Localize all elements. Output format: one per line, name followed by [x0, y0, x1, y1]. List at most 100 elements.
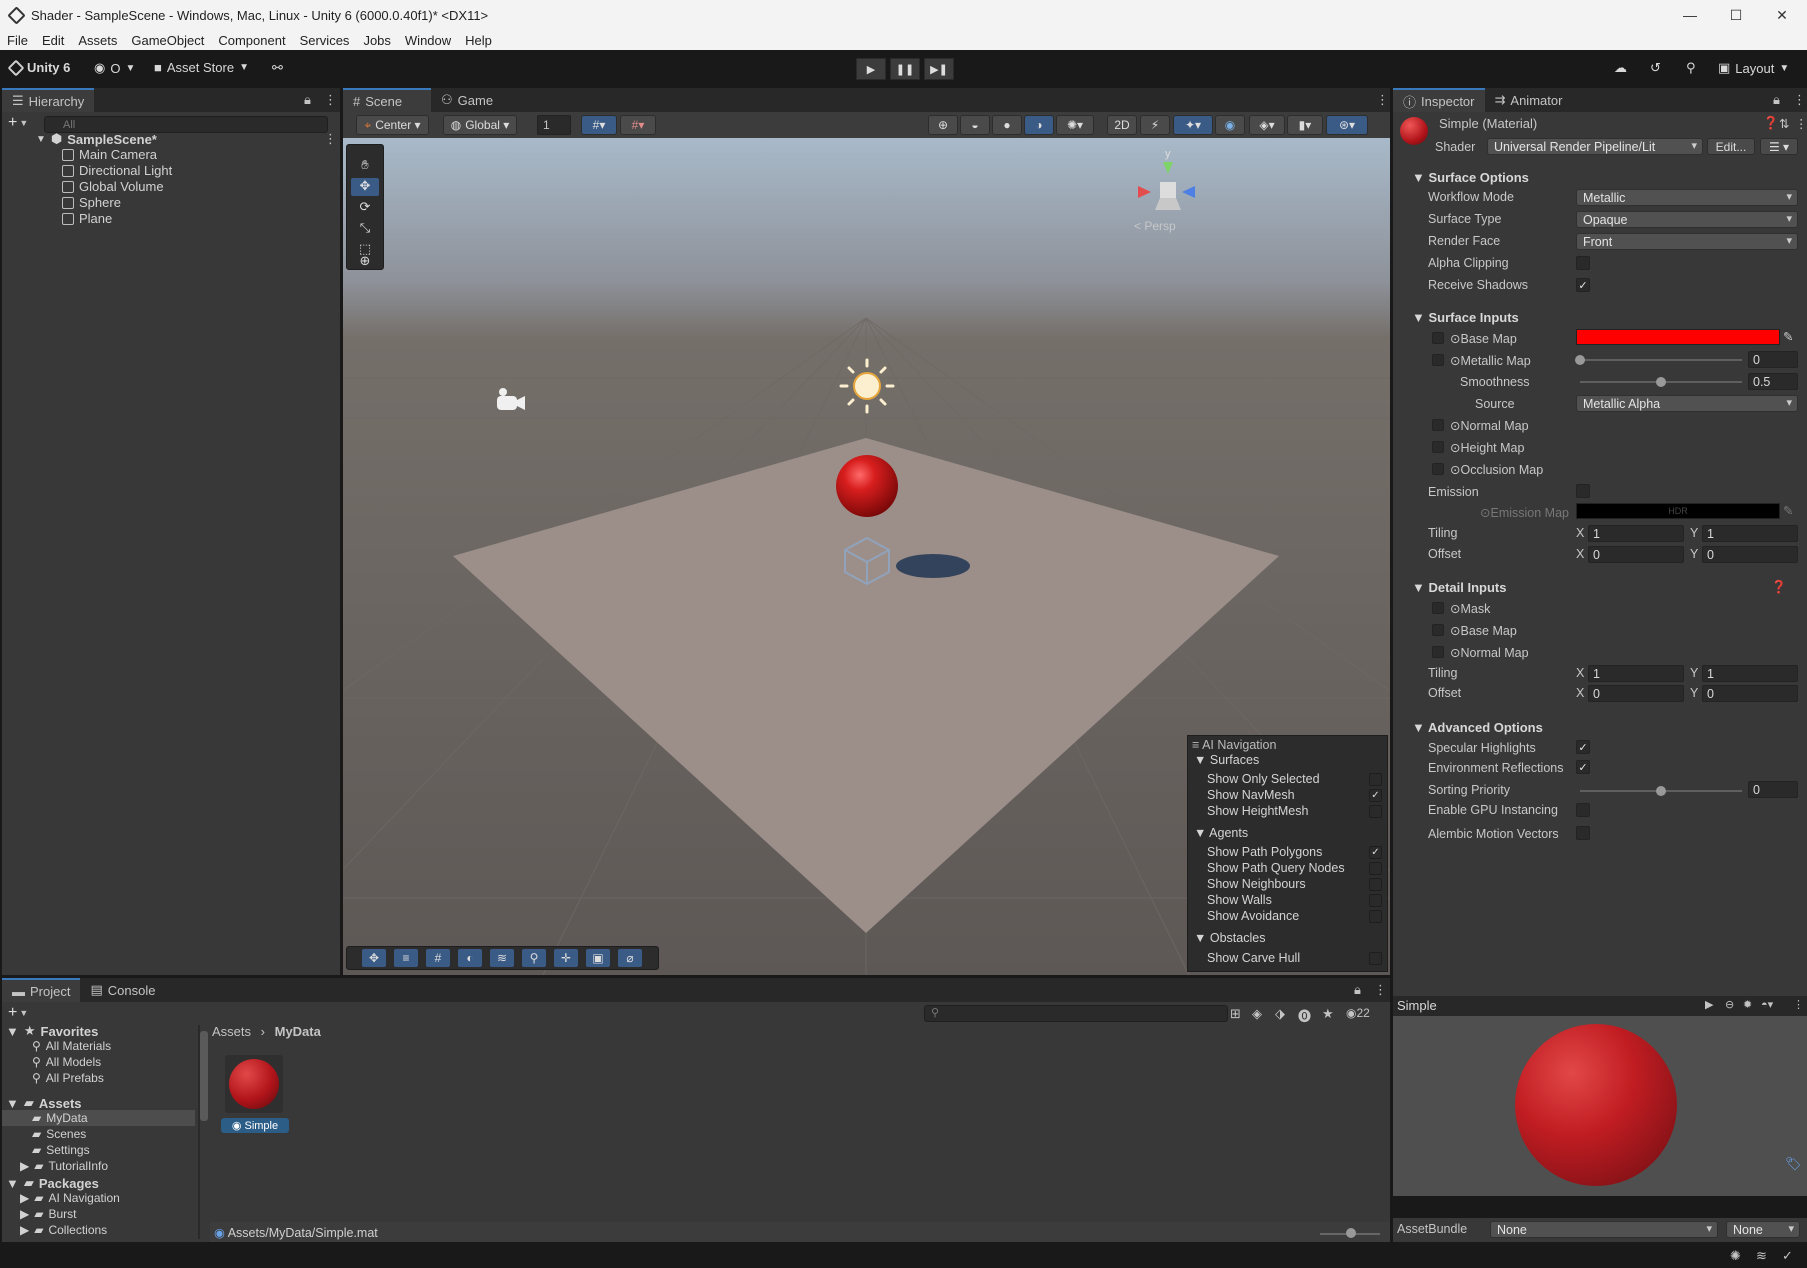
render-face-dropdown[interactable]: Front: [1576, 233, 1798, 250]
add-button[interactable]: + ▼: [8, 114, 28, 132]
tiling-y-field[interactable]: 1: [1702, 525, 1798, 542]
show-walls-checkbox[interactable]: [1369, 894, 1382, 907]
tag-icon[interactable]: 🏷︎: [1785, 1156, 1802, 1172]
more-options-icon[interactable]: ⋮: [324, 92, 337, 108]
smoothness-slider-knob[interactable]: [1656, 377, 1666, 387]
more-options-icon[interactable]: ⋮: [1795, 116, 1807, 131]
snap-increment-field[interactable]: 1: [537, 115, 571, 135]
detail-tiling-y-field[interactable]: 1: [1702, 665, 1798, 682]
layers-dropdown[interactable]: ◈▾: [1249, 115, 1285, 135]
emission-color-swatch[interactable]: HDR: [1576, 503, 1780, 519]
scale-tool-icon[interactable]: ⤡: [351, 220, 379, 238]
surface-type-dropdown[interactable]: Opaque: [1576, 211, 1798, 228]
play-icon[interactable]: ▶: [1705, 998, 1713, 1011]
offset-y-field[interactable]: 0: [1702, 546, 1798, 563]
search-icon[interactable]: ⚲: [1686, 60, 1696, 76]
camera-settings-dropdown[interactable]: ▮▾: [1287, 115, 1323, 135]
show-heightmesh-checkbox[interactable]: [1369, 805, 1382, 818]
log-type-icon[interactable]: ⓿: [1298, 1006, 1311, 1025]
list-item[interactable]: Directional Light: [62, 163, 172, 178]
menu-window[interactable]: Window: [398, 33, 458, 48]
gpu-instancing-checkbox[interactable]: [1576, 803, 1590, 817]
texture-slot[interactable]: [1432, 602, 1444, 614]
minimize-button[interactable]: —: [1667, 0, 1713, 30]
icon-size-slider-knob[interactable]: [1346, 1228, 1356, 1238]
metallic-value-field[interactable]: 0: [1748, 351, 1798, 368]
offset-x-field[interactable]: 0: [1588, 546, 1684, 563]
asset-store-button[interactable]: ■ Asset Store ▼: [154, 60, 249, 75]
texture-slot[interactable]: [1432, 354, 1444, 366]
shader-options-dropdown[interactable]: ☰ ▾: [1760, 138, 1798, 155]
receive-shadows-checkbox[interactable]: ✓: [1576, 278, 1590, 292]
list-item[interactable]: Plane: [62, 211, 112, 226]
package-item[interactable]: ▶ ▰ Collections: [20, 1223, 107, 1237]
check-icon[interactable]: ✓: [1782, 1248, 1793, 1264]
section-obstacles[interactable]: ▼ Obstacles: [1194, 931, 1265, 945]
grid-icon[interactable]: #: [425, 948, 451, 968]
tiling-x-field[interactable]: 1: [1588, 525, 1684, 542]
texture-slot[interactable]: [1432, 332, 1444, 344]
section-agents[interactable]: ▼ Agents: [1194, 826, 1248, 840]
tab-game[interactable]: ⚇ Game: [431, 88, 503, 112]
more-options-icon[interactable]: ⋮: [1376, 92, 1389, 108]
section-surface-inputs[interactable]: ▼ Surface Inputs: [1412, 310, 1519, 325]
detail-tiling-x-field[interactable]: 1: [1588, 665, 1684, 682]
menu-help[interactable]: Help: [458, 33, 499, 48]
wireframe-shading-button[interactable]: ◒: [960, 115, 990, 135]
menu-component[interactable]: Component: [211, 33, 292, 48]
asset-label-simple[interactable]: ◉ Simple: [221, 1118, 289, 1133]
texture-picker-icon[interactable]: ⊙: [1450, 602, 1460, 616]
package-item[interactable]: ▶ ▰ AI Navigation: [20, 1191, 120, 1205]
more-options-icon[interactable]: ⋮: [1793, 998, 1804, 1011]
folder-tree-scrollbar[interactable]: [200, 1031, 208, 1121]
history-icon[interactable]: ↺: [1650, 60, 1661, 76]
hidden-objects-toggle[interactable]: ◉: [1215, 115, 1245, 135]
cloud-user-button[interactable]: ◉ O ▼: [94, 60, 135, 76]
list-item[interactable]: Sphere: [62, 195, 121, 210]
more-options-icon[interactable]: ⋮: [324, 131, 337, 147]
eyedropper-icon[interactable]: ✎: [1783, 503, 1793, 518]
menu-gameobject[interactable]: GameObject: [124, 33, 211, 48]
texture-picker-icon[interactable]: ⊙: [1450, 419, 1460, 433]
sorting-priority-field[interactable]: 0: [1748, 781, 1798, 798]
shaded-button[interactable]: ●: [992, 115, 1022, 135]
audio-effects-dropdown[interactable]: ✦▾: [1173, 115, 1213, 135]
gizmos-dropdown[interactable]: ⊛▾: [1326, 115, 1368, 135]
sphere-dropdown-icon[interactable]: ◓▾: [1761, 998, 1773, 1011]
move-tool-icon[interactable]: ✥: [351, 178, 379, 196]
menu-assets[interactable]: Assets: [71, 33, 124, 48]
show-path-polygons-checkbox[interactable]: ✓: [1369, 846, 1382, 859]
alpha-clipping-checkbox[interactable]: [1576, 256, 1590, 270]
lit-shading-button[interactable]: ◑: [1024, 115, 1054, 135]
step-button[interactable]: ▶❚: [924, 58, 954, 80]
menu-file[interactable]: File: [0, 33, 35, 48]
more-options-icon[interactable]: ⋮: [1374, 982, 1387, 998]
lighting-toggle[interactable]: ⚡: [1140, 115, 1170, 135]
preview-mesh-icon[interactable]: ⊖: [1725, 998, 1734, 1011]
list-item[interactable]: Global Volume: [62, 179, 164, 194]
tab-animator[interactable]: ⇉ Animator: [1485, 88, 1573, 112]
grid-snap-button[interactable]: #▾: [581, 115, 617, 135]
help-icon[interactable]: ❓: [1771, 580, 1787, 595]
environment-reflections-checkbox[interactable]: ✓: [1576, 760, 1590, 774]
pause-button[interactable]: ❚❚: [890, 58, 920, 80]
create-asset-button[interactable]: + ▼: [8, 1004, 28, 1022]
texture-picker-icon[interactable]: ⊙: [1450, 463, 1460, 477]
light-icon[interactable]: ✹: [1743, 998, 1752, 1011]
grid-visibility-button[interactable]: #▾: [620, 115, 656, 135]
hidden-packages-count[interactable]: ◉22: [1346, 1006, 1370, 1020]
layout-dropdown[interactable]: ▣ Layout ▼: [1718, 60, 1789, 76]
search-by-type-icon[interactable]: ⊞: [1230, 1006, 1241, 1022]
texture-slot[interactable]: [1432, 624, 1444, 636]
close-button[interactable]: ✕: [1759, 0, 1805, 30]
texture-slot[interactable]: [1432, 441, 1444, 453]
rotate-tool-icon[interactable]: ⟳: [351, 199, 379, 217]
lock-icon[interactable]: 🔒︎: [1354, 982, 1361, 998]
assetbundle-dropdown[interactable]: None: [1490, 1221, 1718, 1238]
menu-edit[interactable]: Edit: [35, 33, 71, 48]
texture-picker-icon[interactable]: ⊙: [1450, 332, 1460, 346]
sphere-object[interactable]: [836, 455, 898, 517]
scene-root[interactable]: ▼ ⬢ SampleScene*: [36, 131, 157, 147]
alembic-motion-vectors-checkbox[interactable]: [1576, 826, 1590, 840]
camera-icon[interactable]: ▣: [585, 948, 611, 968]
